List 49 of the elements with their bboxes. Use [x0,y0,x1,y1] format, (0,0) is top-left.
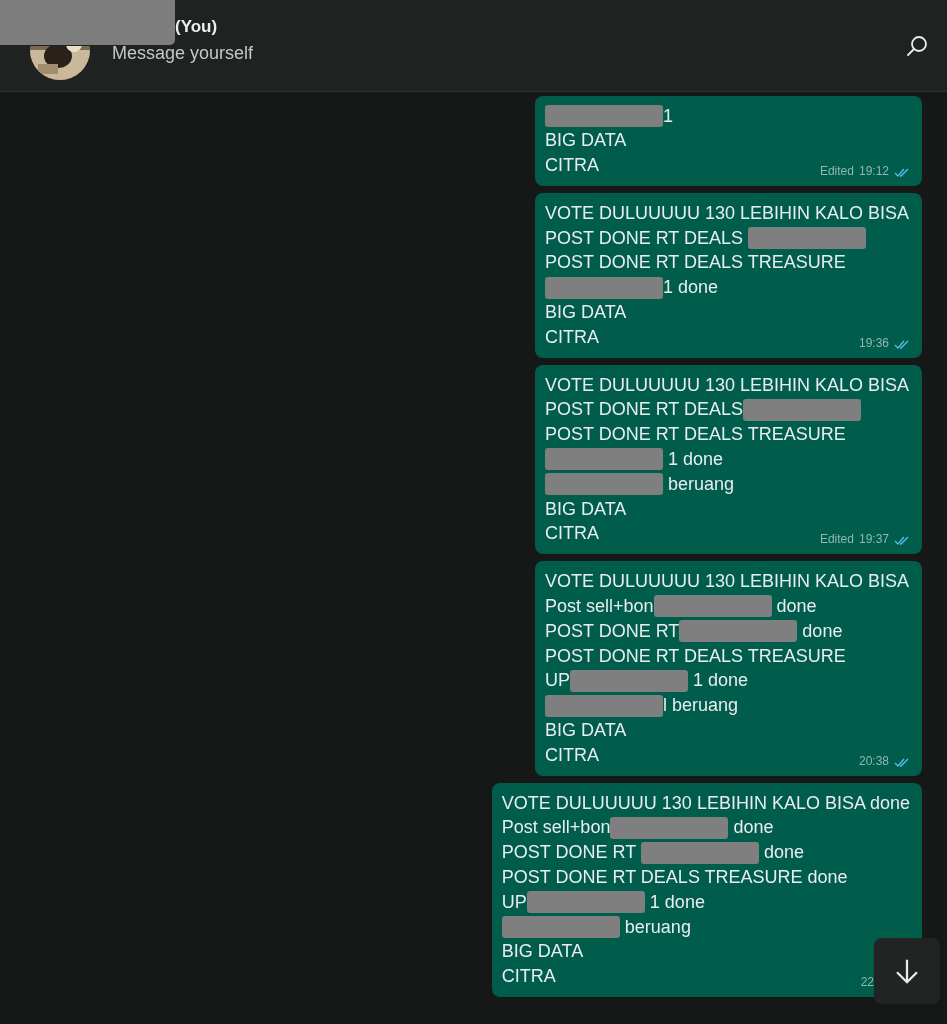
message-text: 1 [663,104,673,128]
scroll-down-button[interactable] [874,938,940,1004]
message-text: done [762,841,804,865]
message-text: Post sell+bon [545,595,654,619]
message-text: BIG DATA [545,497,627,521]
message-time: 19:36 [858,335,889,350]
message-time: 22 [860,975,874,989]
contact-name: (You) [175,17,219,37]
message-text: CITRA [545,154,599,178]
message-text: POST DONE RT DEALS [545,398,744,422]
search-icon[interactable] [905,33,929,58]
message-text: POST DONE RT DEALS TREASURE [545,423,846,447]
message-text: POST DONE RT DEALS [545,226,745,250]
message-text: CITRA [545,522,599,546]
message-text: CITRA [501,965,556,989]
message-text: VOTE DULUUUUU 130 LEBIHIN KALO BISA done [501,791,910,815]
message-text: beruang [667,472,735,496]
message-text: BIG DATA [545,301,627,325]
message-text: UP [501,890,527,914]
edited-label: Edited [819,163,854,178]
message-text: done [732,816,774,840]
message-text: POST DONE RT DEALS TREASURE [545,644,846,668]
edited-label: Edited [819,532,854,547]
message-text: beruang [623,915,691,939]
message-text: 1 done [663,276,719,300]
message-text: POST DONE RT DEALS TREASURE done [501,866,848,889]
message-text: POST DONE RT [545,619,680,643]
message-text: BIG DATA [545,129,627,153]
message-text: 1 done [648,890,705,914]
message-text: Post sell+bon [501,816,611,840]
message-text: VOTE DULUUUUU 130 LEBIHIN KALO BISA [545,570,910,594]
message-text: POST DONE RT DEALS TREASURE [545,251,846,275]
message-text: POST DONE RT [501,841,637,865]
message-text: BIG DATA [545,719,627,743]
message-time: 19:37 [858,532,889,547]
message-text: UP [545,669,570,693]
message-text: done [775,595,817,619]
message-time: 19:12 [858,163,889,178]
message-text: l beruang [663,694,739,718]
message-text: 1 done [692,669,749,693]
contact-subtitle: Message yourself [112,43,255,64]
message-text: CITRA [545,743,599,767]
message-text: CITRA [545,325,599,349]
message-text: VOTE DULUUUUU 130 LEBIHIN KALO BISA [545,373,910,397]
message-time: 20:38 [858,753,889,768]
message-text: 1 done [667,448,724,472]
message-text: BIG DATA [501,940,584,964]
message-text: VOTE DULUUUUU 130 LEBIHIN KALO BISA [545,201,910,225]
message-text: done [801,619,843,643]
